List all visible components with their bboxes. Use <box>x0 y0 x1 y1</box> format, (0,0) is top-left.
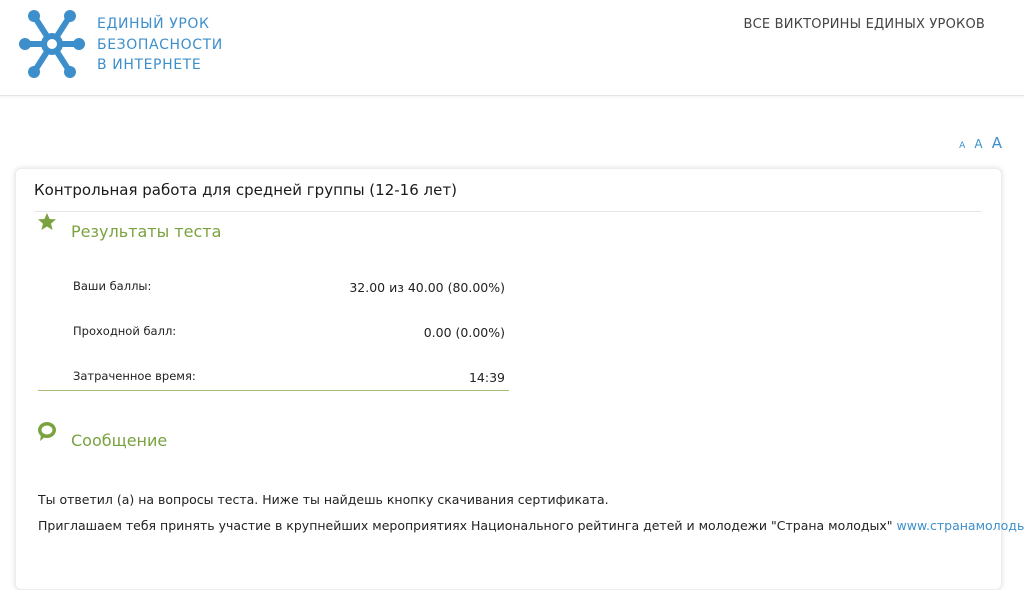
molecule-logo-icon[interactable] <box>18 8 86 80</box>
logo-line-3: В ИНТЕРНЕТЕ <box>97 57 202 73</box>
quiz-result-card: Контрольная работа для средней группы (1… <box>15 168 1024 590</box>
font-size-medium-button[interactable]: A <box>974 137 982 151</box>
quiz-title: Контрольная работа для средней группы (1… <box>34 181 457 199</box>
font-size-small-button[interactable]: A <box>959 141 965 151</box>
site-header: ЕДИНЫЙ УРОК БЕЗОПАСНОСТИ В ИНТЕРНЕТЕ ВСЕ… <box>0 0 1024 96</box>
results-heading: Результаты теста <box>71 222 222 241</box>
score-label: Ваши баллы: <box>73 279 152 293</box>
message-line-1: Ты ответил (а) на вопросы теста. Ниже ты… <box>38 492 609 507</box>
nav-all-quizzes-link[interactable]: ВСЕ ВИКТОРИНЫ ЕДИНЫХ УРОКОВ <box>744 17 985 32</box>
logo-line-2: БЕЗОПАСНОСТИ <box>97 36 223 53</box>
title-divider <box>34 211 982 212</box>
strana-molodykh-link[interactable]: www.странамолодых.рф <box>897 518 1024 533</box>
score-value: 32.00 из 40.00 (80.00%) <box>349 280 505 295</box>
logo-text[interactable]: ЕДИНЫЙ УРОК БЕЗОПАСНОСТИ В ИНТЕРНЕТЕ <box>97 14 223 76</box>
message-line-2-text: Приглашаем тебя принять участие в крупне… <box>38 518 897 533</box>
time-spent-label: Затраченное время: <box>73 369 196 383</box>
time-spent-value: 14:39 <box>468 370 505 385</box>
font-size-switcher: A A A <box>955 133 1002 152</box>
message-line-2: Приглашаем тебя принять участие в крупне… <box>38 518 1024 533</box>
speech-bubble-icon <box>38 422 56 441</box>
font-size-large-button[interactable]: A <box>992 134 1002 152</box>
passing-score-label: Проходной балл: <box>73 324 177 338</box>
passing-score-value: 0.00 (0.00%) <box>423 325 505 340</box>
message-heading: Сообщение <box>71 431 168 450</box>
star-icon <box>38 213 56 230</box>
logo-line-1: ЕДИНЫЙ УРОК <box>97 16 210 32</box>
results-divider <box>38 390 509 391</box>
